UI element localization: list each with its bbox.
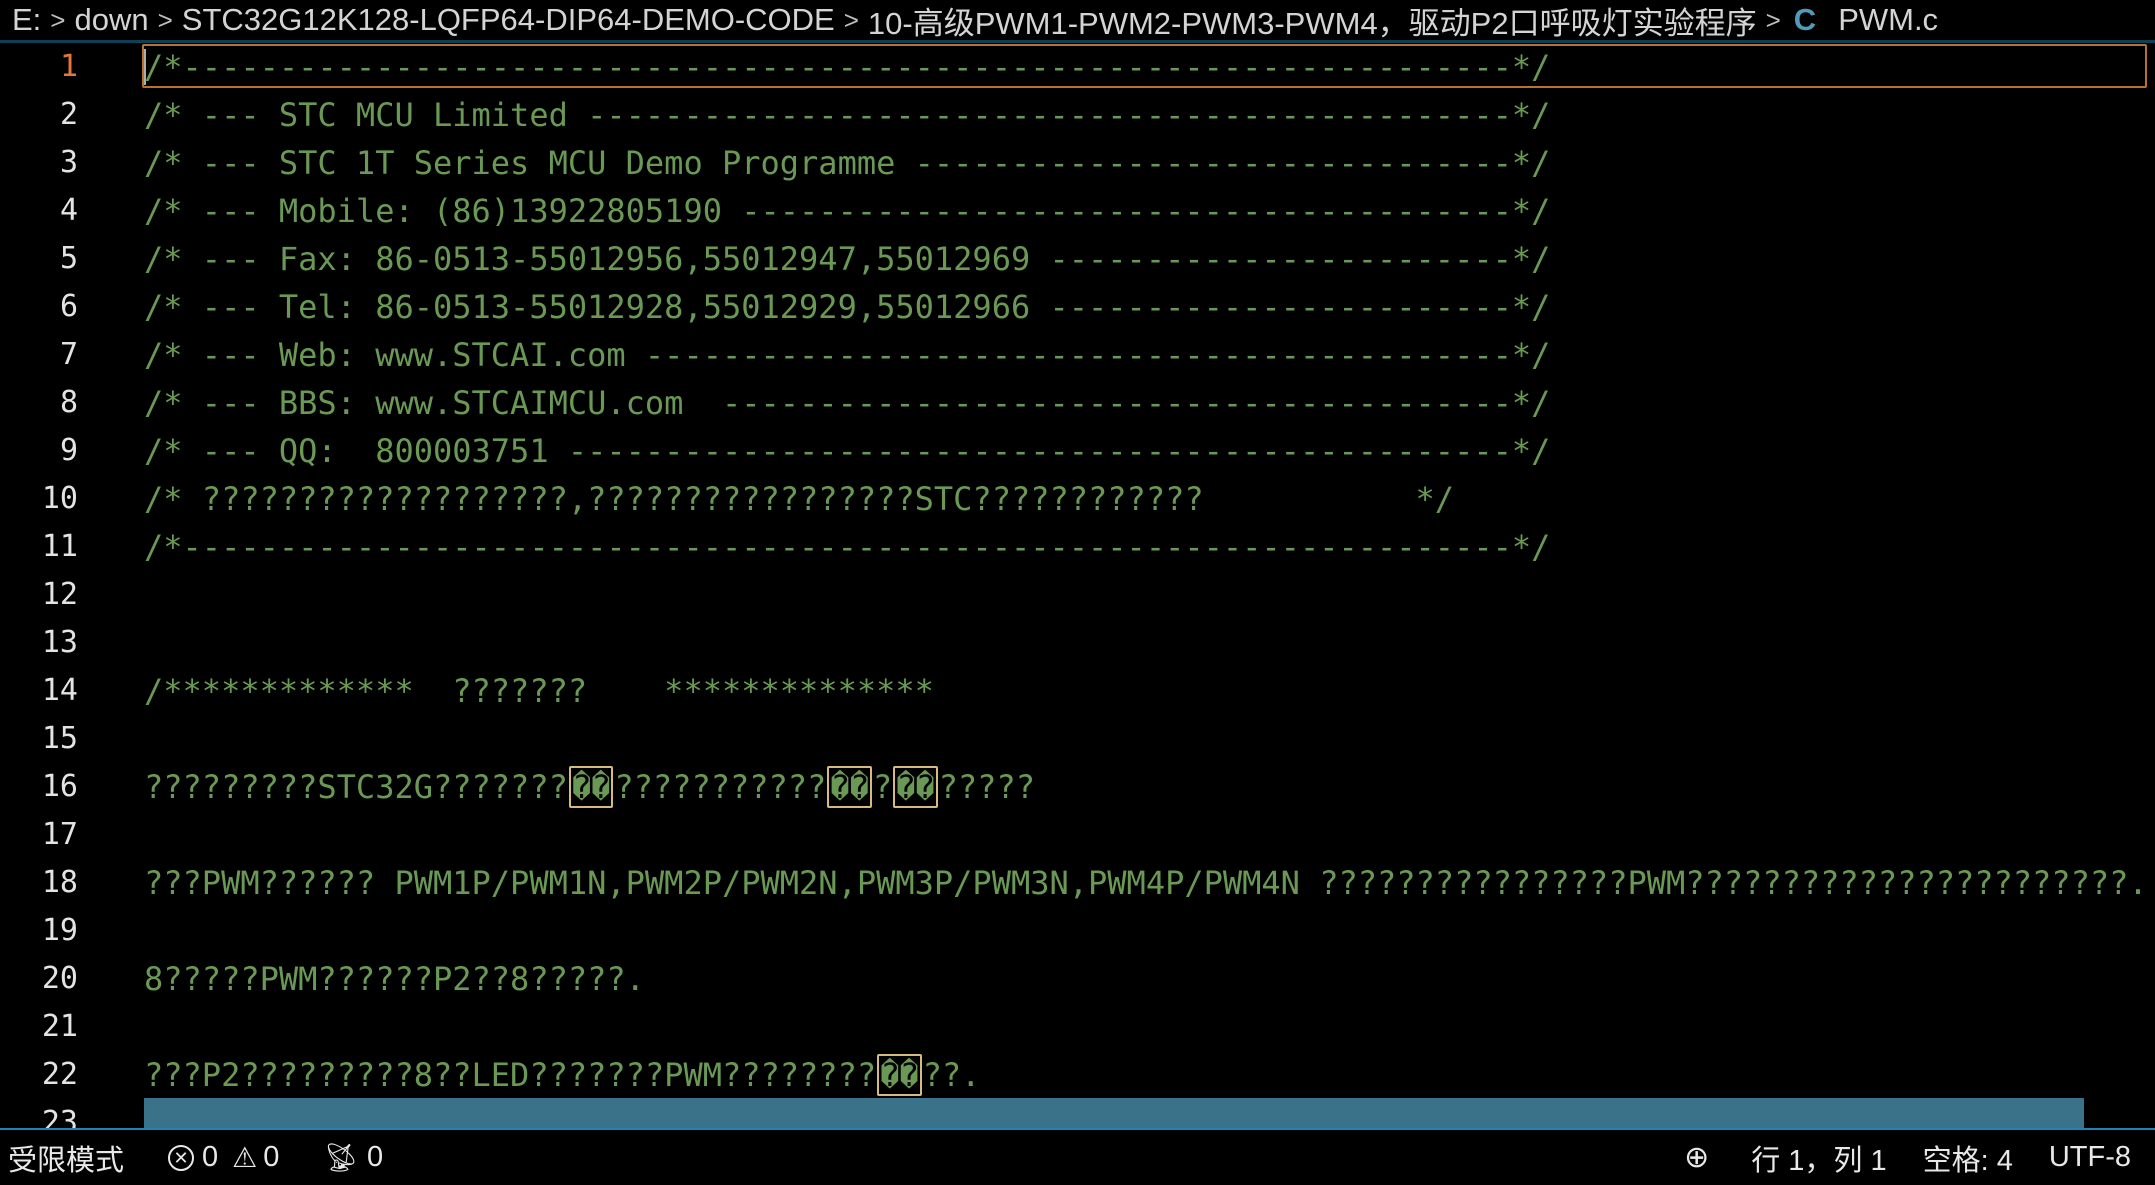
breadcrumb-folder-pwm-project[interactable]: 10-高级PWM1-PWM2-PWM3-PWM4，驱动P2口呼吸灯实验程序	[868, 0, 1757, 41]
code-line[interactable]: 18 ???PWM?????? PWM1P/PWM1N,PWM2P/PWM2N,P…	[0, 859, 2155, 907]
code-text[interactable]: ?????????STC32G??????? ��??????????? ��? ��…	[144, 763, 1035, 811]
code-line[interactable]: 1 /*-------------------------------------…	[0, 43, 2155, 91]
code-text[interactable]: /* --- QQ: 800003751 -------------------…	[144, 427, 1550, 475]
code-line[interactable]: 19	[0, 907, 2155, 955]
code-fragment: ??.	[922, 1056, 981, 1094]
code-line[interactable]: 7 /* --- Web: www.STCAI.com -------------…	[0, 331, 2155, 379]
code-line[interactable]: 8 /* --- BBS: www.STCAIMCU.com ----------…	[0, 379, 2155, 427]
code-text[interactable]: /* --- Web: www.STCAI.com --------------…	[144, 331, 1550, 379]
code-line[interactable]: 6 /* --- Tel: 86-0513-55012928,55012929,5…	[0, 283, 2155, 331]
line-number: 4	[59, 193, 78, 228]
line-number: 9	[59, 433, 78, 468]
invalid-char-highlight: ��	[568, 766, 614, 808]
selection-highlight	[144, 1098, 2084, 1128]
code-fragment: ???????????	[614, 768, 827, 806]
line-number: 10	[41, 481, 78, 516]
code-text[interactable]: /*--------------------------------------…	[144, 43, 1550, 91]
code-line[interactable]: 9 /* --- QQ: 800003751 ------------------…	[0, 427, 2155, 475]
code-line[interactable]: 15	[0, 715, 2155, 763]
code-text[interactable]: ???PWM?????? PWM1P/PWM1N,PWM2P/PWM2N,PWM…	[144, 859, 2148, 907]
breadcrumb: E: > down > STC32G12K128-LQFP64-DIP64-DE…	[0, 0, 2155, 40]
warning-icon: ⚠	[232, 1142, 258, 1173]
cursor-position[interactable]: 行 1，列 1	[1751, 1137, 1886, 1179]
code-line[interactable]: 4 /* --- Mobile: (86)13922805190 --------…	[0, 187, 2155, 235]
problems-indicator[interactable]: ✕ 0 ⚠ 0	[168, 1141, 279, 1174]
warning-count: 0	[263, 1141, 280, 1173]
invalid-char-highlight: ��	[893, 766, 938, 808]
code-text[interactable]: ???P2?????????8??LED???????PWM???????? ��…	[144, 1051, 980, 1099]
line-number: 11	[41, 529, 78, 564]
code-fragment: ?????????STC32G???????	[144, 768, 568, 806]
code-text[interactable]: /*--------------------------------------…	[144, 523, 1550, 571]
line-number: 12	[41, 577, 78, 612]
code-line[interactable]: 20 8?????PWM??????P2??8?????.	[0, 955, 2155, 1003]
line-number: 3	[59, 145, 78, 180]
code-text[interactable]: /* --- STC 1T Series MCU Demo Programme …	[144, 139, 1550, 187]
code-fragment: ?	[872, 768, 893, 806]
status-bar: 受限模式 ✕ 0 ⚠ 0 📡︎ 0 ⊕ 行 1，列 1 空格: 4 UTF-8	[0, 1128, 2155, 1185]
chevron-right-icon: >	[157, 4, 173, 35]
indentation-setting[interactable]: 空格: 4	[1923, 1137, 2013, 1179]
invalid-char-highlight: ��	[827, 766, 872, 808]
code-line[interactable]: 16 ?????????STC32G??????? ��??????????? ��?…	[0, 763, 2155, 811]
code-text[interactable]: /* ???????????????????,?????????????????…	[144, 475, 1454, 523]
line-number: 20	[41, 961, 78, 996]
restricted-mode-indicator[interactable]: 受限模式	[8, 1137, 124, 1179]
broadcast-icon: 📡︎	[323, 1142, 359, 1173]
code-text[interactable]: /************* ??????? **************	[144, 667, 934, 715]
line-number: 16	[41, 769, 78, 804]
breadcrumb-folder-down[interactable]: down	[74, 2, 148, 38]
code-line[interactable]: 22 ???P2?????????8??LED???????PWM????????…	[0, 1051, 2155, 1099]
ports-indicator[interactable]: 📡︎ 0	[323, 1141, 383, 1174]
code-text[interactable]: /* --- BBS: www.STCAIMCU.com -----------…	[144, 379, 1550, 427]
code-line[interactable]: 5 /* --- Fax: 86-0513-55012956,55012947,5…	[0, 235, 2155, 283]
code-line[interactable]: 21	[0, 1003, 2155, 1051]
code-text[interactable]: /* --- STC MCU Limited -----------------…	[144, 91, 1550, 139]
code-line[interactable]: 13	[0, 619, 2155, 667]
line-number: 5	[59, 241, 78, 276]
breadcrumb-file[interactable]: PWM.c	[1838, 2, 1938, 38]
line-number: 19	[41, 913, 78, 948]
breadcrumb-folder-demo-code[interactable]: STC32G12K128-LQFP64-DIP64-DEMO-CODE	[182, 2, 835, 38]
code-line[interactable]: 3 /* --- STC 1T Series MCU Demo Programme…	[0, 139, 2155, 187]
code-text[interactable]: 8?????PWM??????P2??8?????.	[144, 955, 645, 1003]
line-number: 22	[41, 1057, 78, 1092]
code-fragment: ???P2?????????8??LED???????PWM????????	[144, 1056, 877, 1094]
error-count: 0	[202, 1141, 219, 1173]
code-line[interactable]: 11 /*------------------------------------…	[0, 523, 2155, 571]
code-text[interactable]: /* --- Mobile: (86)13922805190 ---------…	[144, 187, 1550, 235]
code-text[interactable]: /* --- Tel: 86-0513-55012928,55012929,55…	[144, 283, 1550, 331]
line-number: 14	[41, 673, 78, 708]
line-number: 15	[41, 721, 78, 756]
breadcrumb-drive[interactable]: E:	[12, 2, 41, 38]
encoding-setting[interactable]: UTF-8	[2049, 1141, 2131, 1174]
line-number: 18	[41, 865, 78, 900]
line-number: 2	[59, 97, 78, 132]
line-number: 17	[41, 817, 78, 852]
zoom-indicator[interactable]: ⊕	[1684, 1140, 1717, 1175]
c-file-icon: C	[1793, 2, 1817, 37]
zoom-icon: ⊕	[1684, 1141, 1710, 1174]
code-line[interactable]: 14 /************* ??????? **************	[0, 667, 2155, 715]
error-icon: ✕	[168, 1144, 195, 1171]
chevron-right-icon: >	[1765, 4, 1781, 35]
chevron-right-icon: >	[50, 4, 66, 35]
code-line[interactable]: 10 /* ???????????????????,???????????????…	[0, 475, 2155, 523]
line-number: 23	[41, 1105, 78, 1128]
ports-count: 0	[366, 1141, 384, 1173]
line-number: 6	[59, 289, 78, 324]
code-text[interactable]: /* --- Fax: 86-0513-55012956,55012947,55…	[144, 235, 1550, 283]
code-line[interactable]: 2 /* --- STC MCU Limited ----------------…	[0, 91, 2155, 139]
line-number: 1	[59, 49, 78, 84]
code-line[interactable]: 12	[0, 571, 2155, 619]
code-line[interactable]: 17	[0, 811, 2155, 859]
line-number: 21	[41, 1009, 78, 1044]
code-fragment: ?????	[938, 768, 1035, 806]
line-number: 7	[59, 337, 78, 372]
code-editor[interactable]: 1 /*-------------------------------------…	[0, 43, 2155, 1128]
line-number: 8	[59, 385, 78, 420]
line-number: 13	[41, 625, 78, 660]
chevron-right-icon: >	[843, 4, 859, 35]
invalid-char-highlight: ��	[877, 1054, 922, 1096]
